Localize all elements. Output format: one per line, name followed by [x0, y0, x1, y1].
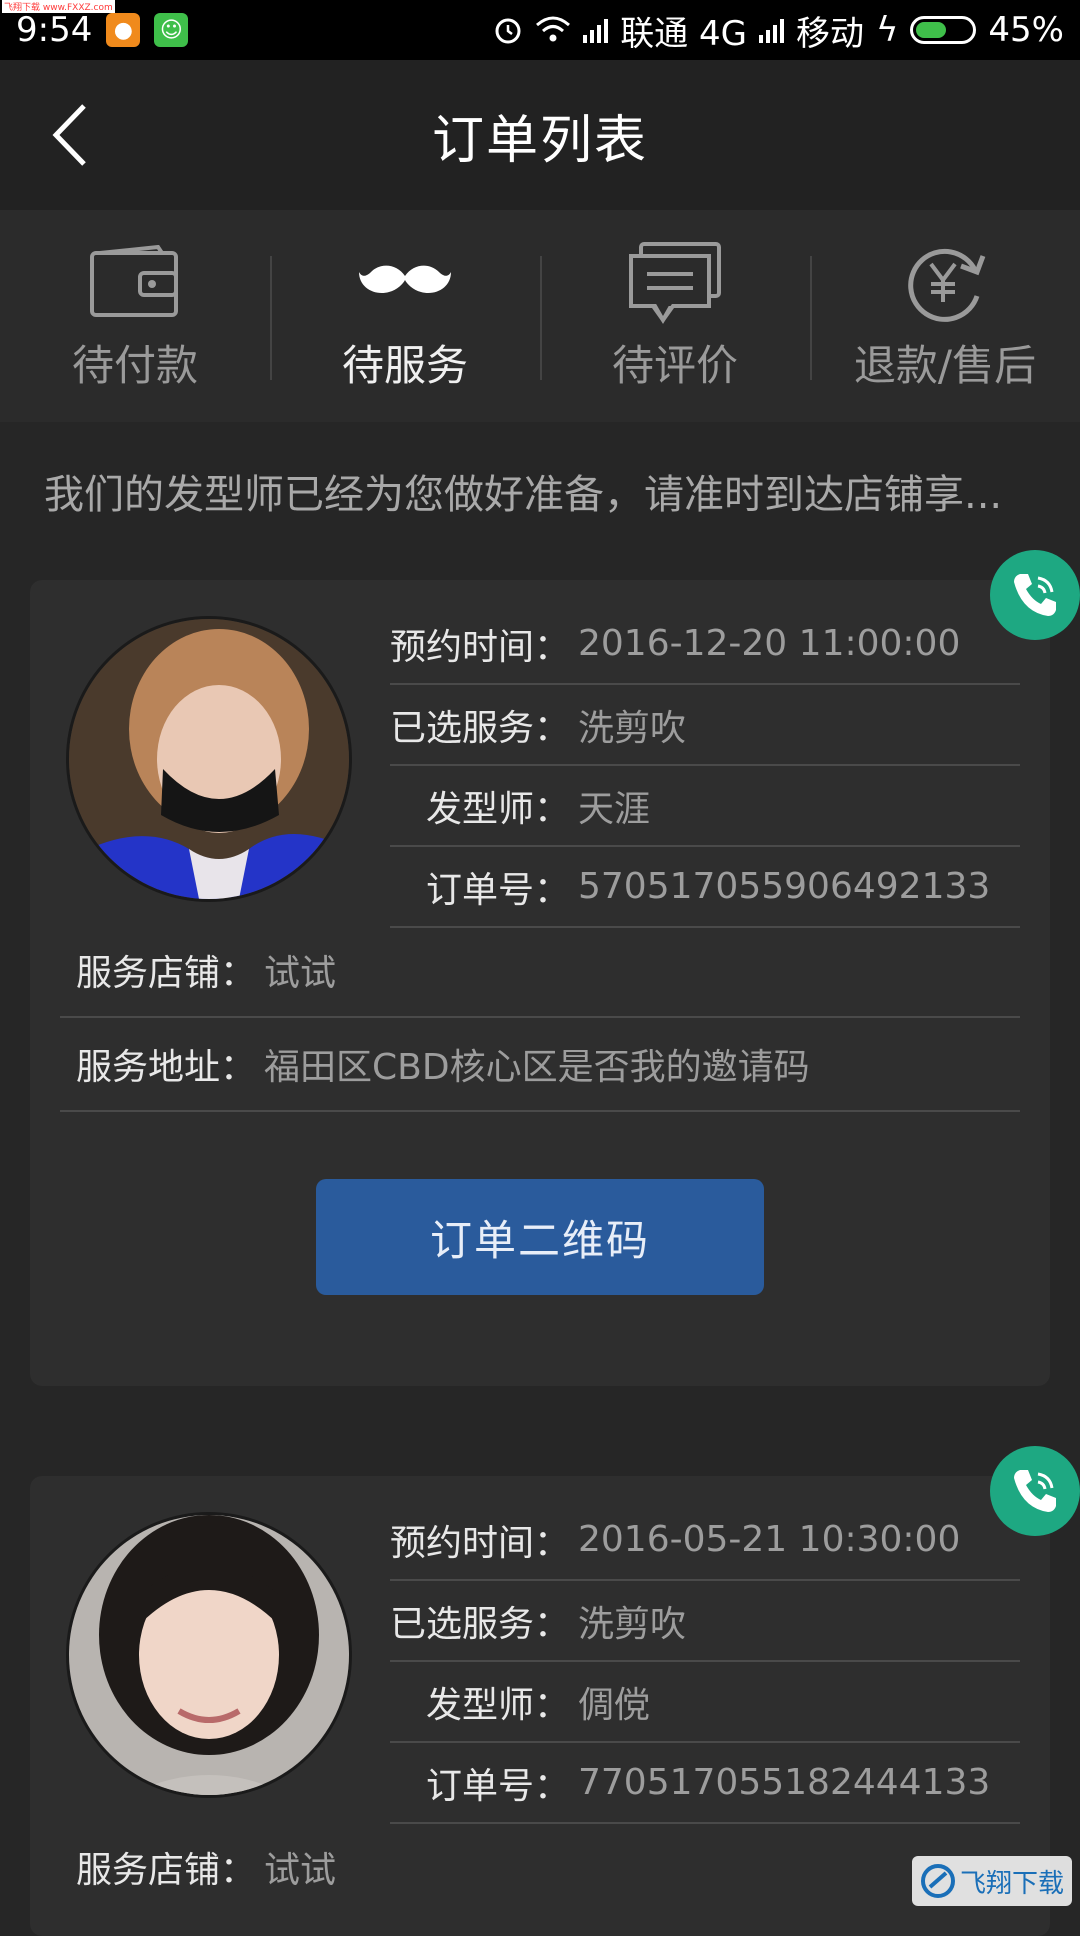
appointment-time-value: 2016-05-21 10:30:00: [578, 1519, 961, 1560]
stylist-row: 发型师： 倜傥: [390, 1662, 1020, 1743]
stylist-avatar[interactable]: [66, 616, 352, 902]
top-watermark: 飞翔下载 www.FXXZ.com: [2, 0, 115, 13]
wallet-icon: [90, 244, 178, 317]
tab-pending-review[interactable]: 待评价: [540, 210, 810, 422]
appointment-time-value: 2016-12-20 11:00:00: [578, 623, 961, 664]
appointment-time-label: 预约时间：: [390, 1522, 571, 1564]
carrier-1: 联通 4G: [620, 13, 747, 54]
appointment-time-row: 预约时间： 2016-12-20 11:00:00: [390, 604, 1020, 685]
service-row: 已选服务： 洗剪吹: [390, 685, 1020, 766]
service-notice: 我们的发型师已经为您做好准备，请准时到达店铺享...: [44, 472, 1003, 518]
address-label: 服务地址：: [76, 1047, 257, 1088]
tab-pending-payment[interactable]: 待付款: [0, 210, 270, 422]
store-value: 试试: [264, 953, 337, 994]
order-info: 预约时间： 2016-05-21 10:30:00 已选服务： 洗剪吹 发型师：…: [390, 1500, 1020, 1824]
tab-label: 退款/售后: [853, 340, 1037, 390]
order-card: 预约时间： 2016-05-21 10:30:00 已选服务： 洗剪吹 发型师：…: [30, 1476, 1050, 1936]
mustache-icon: [359, 265, 451, 293]
store-info: 服务店铺： 试试: [60, 1820, 1020, 1914]
service-value: 洗剪吹: [578, 1603, 687, 1645]
service-value: 洗剪吹: [578, 707, 687, 749]
order-number-value: 570517055906492133: [578, 866, 991, 907]
stylist-label: 发型师：: [425, 1684, 570, 1726]
service-label: 已选服务：: [390, 707, 571, 749]
appointment-time-row: 预约时间： 2016-05-21 10:30:00: [390, 1500, 1020, 1581]
charging-icon: ϟ: [875, 10, 899, 50]
store-value: 试试: [264, 1850, 337, 1891]
address-row: 服务地址： 福田区CBD核心区是否我的邀请码: [60, 1018, 1020, 1112]
message-notification-icon: ●: [106, 13, 141, 47]
phone-icon: [1014, 1470, 1056, 1512]
watermark-logo-icon: [920, 1864, 955, 1898]
phone-icon: [1014, 574, 1056, 616]
site-watermark: 飞翔下载: [912, 1856, 1072, 1906]
store-info: 服务店铺： 试试 服务地址： 福田区CBD核心区是否我的邀请码: [60, 924, 1020, 1112]
tab-pending-service[interactable]: 待服务: [270, 210, 540, 422]
header: 订单列表: [0, 60, 1080, 210]
order-info: 预约时间： 2016-12-20 11:00:00 已选服务： 洗剪吹 发型师：…: [390, 604, 1020, 928]
back-button[interactable]: [40, 100, 100, 170]
store-label: 服务店铺：: [76, 953, 257, 994]
battery-icon: [910, 16, 977, 44]
wifi-icon: [536, 16, 571, 42]
order-qr-code-button[interactable]: 订单二维码: [316, 1179, 764, 1295]
tab-refund-after-sales[interactable]: 退款/售后: [810, 210, 1080, 422]
order-card: 预约时间： 2016-12-20 11:00:00 已选服务： 洗剪吹 发型师：…: [30, 580, 1050, 1386]
call-button[interactable]: [990, 550, 1080, 640]
yuan-refund-icon: [908, 248, 986, 322]
alarm-icon: [495, 18, 521, 44]
store-row: 服务店铺： 试试: [60, 924, 1020, 1018]
address-value: 福田区CBD核心区是否我的邀请码: [264, 1047, 810, 1088]
service-label: 已选服务：: [390, 1603, 571, 1645]
call-button[interactable]: [990, 1446, 1080, 1536]
stylist-value: 天涯: [578, 788, 651, 830]
watermark-text: 飞翔下载: [959, 1868, 1064, 1899]
tab-label: 待服务: [341, 340, 468, 390]
clock: 9:54: [16, 10, 93, 50]
page-title: 订单列表: [431, 110, 648, 171]
order-number-label: 订单号：: [425, 1765, 570, 1807]
carrier-2: 移动: [795, 13, 864, 54]
signal-icon-2: [758, 17, 784, 43]
signal-icon: [583, 17, 609, 43]
stylist-row: 发型师： 天涯: [390, 766, 1020, 847]
android-notification-icon: ☺: [154, 13, 189, 47]
chevron-left-icon: [52, 104, 86, 166]
order-number-label: 订单号：: [425, 869, 570, 911]
stylist-label: 发型师：: [425, 788, 570, 830]
store-row: 服务店铺： 试试: [60, 1820, 1020, 1914]
order-number-value: 770517055182444133: [578, 1762, 991, 1803]
order-number-row: 订单号： 570517055906492133: [390, 847, 1020, 928]
appointment-time-label: 预约时间：: [390, 626, 571, 668]
tab-label: 待付款: [71, 340, 198, 390]
service-row: 已选服务： 洗剪吹: [390, 1581, 1020, 1662]
tab-label: 待评价: [611, 340, 738, 390]
battery-percent: 45%: [988, 10, 1064, 50]
stylist-avatar[interactable]: [66, 1512, 352, 1798]
order-status-tabs: 待付款 待服务 待评价 退款/售后: [0, 210, 1080, 422]
chat-icon: [629, 241, 721, 324]
stylist-value: 倜傥: [578, 1684, 651, 1726]
order-number-row: 订单号： 770517055182444133: [390, 1743, 1020, 1824]
store-label: 服务店铺：: [76, 1850, 257, 1891]
status-bar: 飞翔下载 www.FXXZ.com 9:54 ● ☺ 联通 4G 移动 ϟ 45…: [0, 0, 1080, 60]
